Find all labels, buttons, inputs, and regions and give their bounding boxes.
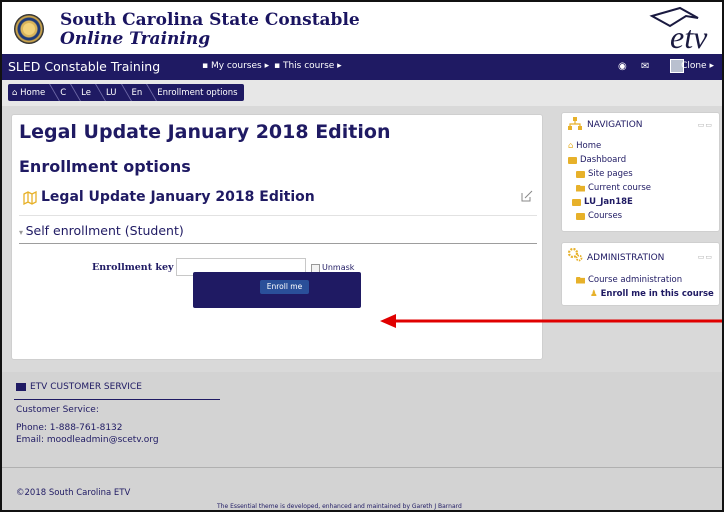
course-name-link[interactable]: Legal Update January 2018 Edition (41, 189, 315, 205)
navigation-block: NAVIGATION ▭▭ ⌂ Home Dashboard Site page… (561, 112, 720, 232)
my-courses-menu[interactable]: ▪ My courses ▸ (202, 61, 269, 71)
customer-service-title: ETV CUSTOMER SERVICE (30, 382, 142, 392)
breadcrumb-home[interactable]: ⌂ Home (12, 88, 45, 98)
breadcrumb-item[interactable]: LU (106, 88, 117, 98)
edit-icon[interactable] (521, 190, 533, 202)
breadcrumb-separator (89, 84, 106, 101)
state-seal-logo (14, 14, 44, 44)
this-course-menu[interactable]: ▪ This course ▸ (274, 61, 342, 71)
nav-item-courses[interactable]: Courses (576, 211, 622, 221)
nav-item-label: LU_Jan18E (584, 197, 633, 207)
my-courses-label: My courses (210, 61, 262, 71)
user-name: Clone (681, 61, 707, 71)
folder-icon (572, 198, 581, 206)
card-icon (16, 383, 26, 391)
home-icon: ⌂ (12, 87, 21, 98)
breadcrumb-current[interactable]: Enrollment options (157, 88, 237, 98)
target-icon[interactable]: ◉ (618, 61, 627, 72)
course-summary: Legal Update January 2018 Edition (19, 189, 537, 211)
nav-item-home[interactable]: ⌂ Home (568, 141, 601, 151)
user-icon: ♟ (590, 289, 601, 299)
user-menu[interactable]: Clone ▸ (681, 61, 714, 71)
administration-block: ADMINISTRATION ▭▭ Course administration … (561, 242, 720, 306)
divider (14, 399, 220, 400)
folder-icon (576, 170, 585, 178)
footer-bottom: ©2018 South Carolina ETV The Essential t… (2, 468, 722, 510)
nav-item-label: Current course (588, 183, 652, 193)
nav-item-dashboard[interactable]: Dashboard (568, 155, 626, 165)
footer-contact: ETV CUSTOMER SERVICE Customer Service: P… (2, 372, 722, 467)
breadcrumb-home-label: Home (20, 87, 46, 98)
navigation-block-title: NAVIGATION (587, 120, 643, 130)
self-enrolment-toggle[interactable]: ▾ Self enrollment (Student) (19, 223, 184, 238)
banner-subtitle: Online Training (60, 29, 211, 49)
customer-service-label: Customer Service: (16, 405, 99, 415)
breadcrumb-item[interactable]: En (132, 88, 143, 98)
breadcrumb-item[interactable]: Le (81, 88, 91, 98)
book-icon: ▪ (274, 61, 283, 71)
block-collapse-icon[interactable]: ▭▭ (698, 253, 713, 261)
breadcrumb-separator (43, 84, 61, 101)
divider (19, 215, 537, 216)
breadcrumb-bar: ⌂ Home C Le LU En Enrollment options (2, 80, 722, 106)
block-collapse-icon[interactable]: ▭▭ (698, 121, 713, 129)
breadcrumb-separator (114, 84, 132, 101)
folder-icon (576, 212, 585, 220)
copyright: ©2018 South Carolina ETV (16, 488, 131, 498)
unmask-label: Unmask (322, 263, 355, 272)
folder-icon (568, 156, 577, 164)
admin-item-label: Course administration (588, 275, 683, 285)
folder-open-icon (576, 276, 585, 284)
nav-item-label: Site pages (588, 169, 633, 179)
nav-item-course-shortname[interactable]: LU_Jan18E (572, 197, 633, 207)
nav-item-site-pages[interactable]: Site pages (576, 169, 633, 179)
sitemap-icon (568, 117, 582, 130)
enrolment-key-label: Enrollment key (92, 262, 174, 273)
briefcase-icon: ▪ (202, 61, 211, 71)
etv-logo-text: etv (670, 19, 708, 54)
divider (19, 243, 537, 244)
breadcrumb-item[interactable]: C (60, 88, 66, 98)
admin-item-course-administration[interactable]: Course administration (576, 275, 682, 285)
support-phone: Phone: 1-888-761-8132 (16, 423, 123, 433)
support-email[interactable]: Email: moodleadmin@scetv.org (16, 435, 159, 445)
banner-title: South Carolina State Constable (60, 10, 360, 30)
envelope-icon[interactable]: ✉ (641, 61, 649, 72)
etv-logo[interactable]: etv (630, 6, 718, 54)
nav-item-label: Courses (588, 211, 623, 221)
section-heading: Enrollment options (19, 157, 191, 176)
breadcrumb-separator (140, 84, 158, 101)
top-navbar: SLED Constable Training ▪ My courses ▸ ▪… (2, 54, 722, 80)
site-banner: South Carolina State Constable Online Tr… (2, 2, 722, 54)
folder-open-icon (576, 184, 585, 192)
admin-item-label: Enroll me in this course (600, 289, 714, 299)
breadcrumb-separator (64, 84, 82, 101)
nav-item-label: Home (576, 141, 602, 151)
home-icon: ⌂ (568, 141, 577, 151)
enrol-me-button[interactable]: Enroll me (260, 280, 309, 294)
breadcrumb: ⌂ Home C Le LU En Enrollment options (8, 84, 244, 101)
map-icon (23, 191, 37, 205)
nav-item-current-course[interactable]: Current course (576, 183, 651, 193)
admin-item-enrol-me[interactable]: ♟ Enroll me in this course (590, 289, 714, 299)
site-name-link[interactable]: SLED Constable Training (8, 59, 160, 74)
caret-right-icon: ▸ (334, 61, 342, 71)
customer-service-heading: ETV CUSTOMER SERVICE (16, 382, 142, 392)
theme-credit: The Essential theme is developed, enhanc… (217, 503, 462, 510)
caret-right-icon: ▸ (261, 61, 270, 71)
page-title: Legal Update January 2018 Edition (19, 121, 391, 143)
administration-block-title: ADMINISTRATION (587, 253, 665, 263)
enrol-button-container[interactable]: Enroll me (193, 272, 361, 308)
red-arrow-annotation (380, 314, 722, 328)
this-course-label: This course (282, 61, 335, 71)
self-enrolment-label: Self enrollment (Student) (25, 223, 184, 238)
browser-frame: South Carolina State Constable Online Tr… (0, 0, 724, 512)
nav-item-label: Dashboard (580, 155, 627, 165)
gears-icon (567, 247, 583, 262)
